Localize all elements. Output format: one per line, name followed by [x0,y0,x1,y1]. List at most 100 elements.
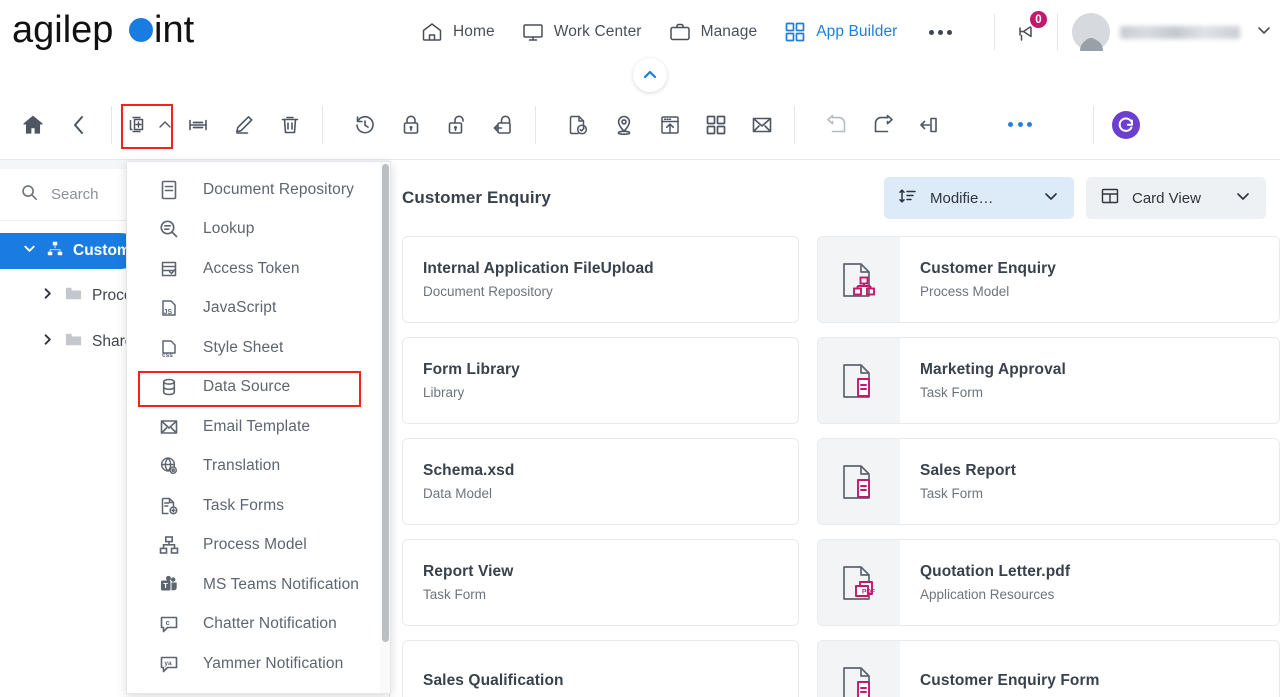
toolbar-unlock-button[interactable] [434,102,480,148]
toolbar-delete-button[interactable] [267,102,313,148]
menu-item-access-token[interactable]: Access Token [127,249,390,289]
menu-item-ms-teams-notification[interactable]: T MS Teams Notification [127,565,390,605]
collapse-toolbar-button[interactable] [633,58,667,92]
process-model-doc-icon [818,237,900,322]
breadcrumb: Customer Enquiry [402,188,551,207]
main-nav: Home Work Center Manage App Builder [420,0,958,64]
toolbar-undo-checkout-button[interactable] [480,102,526,148]
nav-item-home[interactable]: Home [420,20,495,44]
nav-item-work-center[interactable]: Work Center [521,20,642,44]
toolbar-divider-4 [794,105,795,144]
card-subtitle: Task Form [423,587,487,602]
card-subtitle: Process Model [920,284,1010,299]
menu-scrollbar[interactable] [380,162,390,693]
agilepoint-logo[interactable]: agilep int [12,8,242,54]
card-item[interactable]: PDF Quotation Letter.pdf Application Res… [817,539,1280,626]
card-title: Marketing Approval [920,361,1066,378]
toolbar-rename-button[interactable] [175,102,221,148]
toolbar-more-dots-icon[interactable] [1008,122,1032,127]
card-item[interactable]: Sales Qualification [402,640,799,697]
menu-label: MS Teams Notification [203,575,360,593]
card-item[interactable]: Internal Application FileUpload Document… [402,236,799,323]
toolbar-edit-button[interactable] [221,102,267,148]
toolbar-back-button[interactable] [56,102,102,148]
toolbar-migrate-button[interactable] [906,102,952,148]
toolbar-history-button[interactable] [342,102,388,148]
announcement-icon[interactable]: 0 [1009,9,1049,49]
menu-item-document-repository[interactable]: Document Repository [127,170,390,210]
toolbar-refresh-button[interactable] [1103,102,1149,148]
toolbar-divider-1 [111,105,112,144]
menu-label: Access Token [203,259,300,277]
user-menu-chevron-down-icon[interactable] [1254,20,1274,45]
task-forms-icon [157,494,181,518]
nav-item-app-builder[interactable]: App Builder [783,20,897,44]
menu-label: Task Forms [203,496,285,514]
card-title: Sales Qualification [423,671,564,689]
nav-item-manage[interactable]: Manage [668,20,758,44]
folder-icon [64,330,83,354]
task-form-doc-icon [818,338,900,423]
toolbar-export-button[interactable] [860,102,906,148]
menu-item-lookup[interactable]: Lookup [127,210,390,250]
card-title: Report View [423,563,514,580]
card-item[interactable]: Customer Enquiry Form [817,640,1280,697]
card-item[interactable]: Form Library Library [402,337,799,424]
sort-dropdown[interactable]: Modifie… [884,177,1074,219]
menu-item-chatter-notification[interactable]: c Chatter Notification [127,605,390,645]
card-title: Form Library [423,361,520,378]
card-item[interactable]: Report View Task Form [402,539,799,626]
document-repository-icon [157,178,181,202]
main-panel: Customer Enquiry Modifie… Card View Inte… [390,160,1280,697]
card-subtitle: Task Form [920,385,984,400]
svg-text:c: c [166,618,170,627]
menu-item-data-source[interactable]: Data Source [127,368,390,408]
menu-item-javascript[interactable]: JS JavaScript [127,289,390,329]
javascript-icon: JS [157,296,181,320]
card-item[interactable]: Sales Report Task Form [817,438,1280,525]
menu-item-yammer-notification[interactable]: ya Yammer Notification [127,644,390,684]
translation-icon [157,454,181,478]
view-dropdown-label: Card View [1132,189,1201,207]
toolbar-mail-button[interactable] [739,102,785,148]
chevron-right-icon [40,286,55,306]
nav-label-home: Home [453,23,495,40]
menu-scrollbar-thumb[interactable] [381,164,389,642]
card-item[interactable]: Customer Enquiry Process Model [817,236,1280,323]
menu-item-task-forms[interactable]: Task Forms [127,486,390,526]
header-divider-2 [1057,14,1058,50]
toolbar-publish-button[interactable] [647,102,693,148]
card-item[interactable]: Marketing Approval Task Form [817,337,1280,424]
toolbar-locate-button[interactable] [601,102,647,148]
menu-item-translation[interactable]: Translation [127,447,390,487]
nav-more-icon[interactable] [923,29,958,35]
view-dropdown[interactable]: Card View [1086,177,1266,219]
briefcase-icon [668,20,692,44]
chevron-right-icon [40,332,55,352]
css-icon: css [157,336,181,360]
menu-item-style-sheet[interactable]: css Style Sheet [127,328,390,368]
header-right-group: 0 [980,0,1274,64]
sidebar-item-label-custom: Custom [73,242,131,259]
menu-item-email-template[interactable]: Email Template [127,407,390,447]
menu-item-process-model[interactable]: Process Model [127,526,390,566]
toolbar-divider-3 [535,105,536,144]
menu-label: Document Repository [203,180,354,198]
toolbar-create-chevron-up-icon[interactable] [155,102,175,148]
sidebar-item-custom[interactable]: Custom [0,233,139,269]
toolbar-create-button[interactable] [121,102,155,148]
card-title: Sales Report [920,462,1016,479]
card-item[interactable]: Schema.xsd Data Model [402,438,799,525]
toolbar-validate-button[interactable] [555,102,601,148]
toolbar-apps-button[interactable] [693,102,739,148]
access-token-icon [157,257,181,281]
toolbar-import-button[interactable] [814,102,860,148]
process-model-icon [157,533,181,557]
toolbar-lock-button[interactable] [388,102,434,148]
toolbar-home-button[interactable] [10,102,56,148]
card-title: Quotation Letter.pdf [920,563,1071,580]
yammer-icon: ya [157,652,181,676]
avatar[interactable] [1072,13,1110,51]
card-title: Schema.xsd [423,462,515,479]
header-divider-1 [994,14,995,50]
